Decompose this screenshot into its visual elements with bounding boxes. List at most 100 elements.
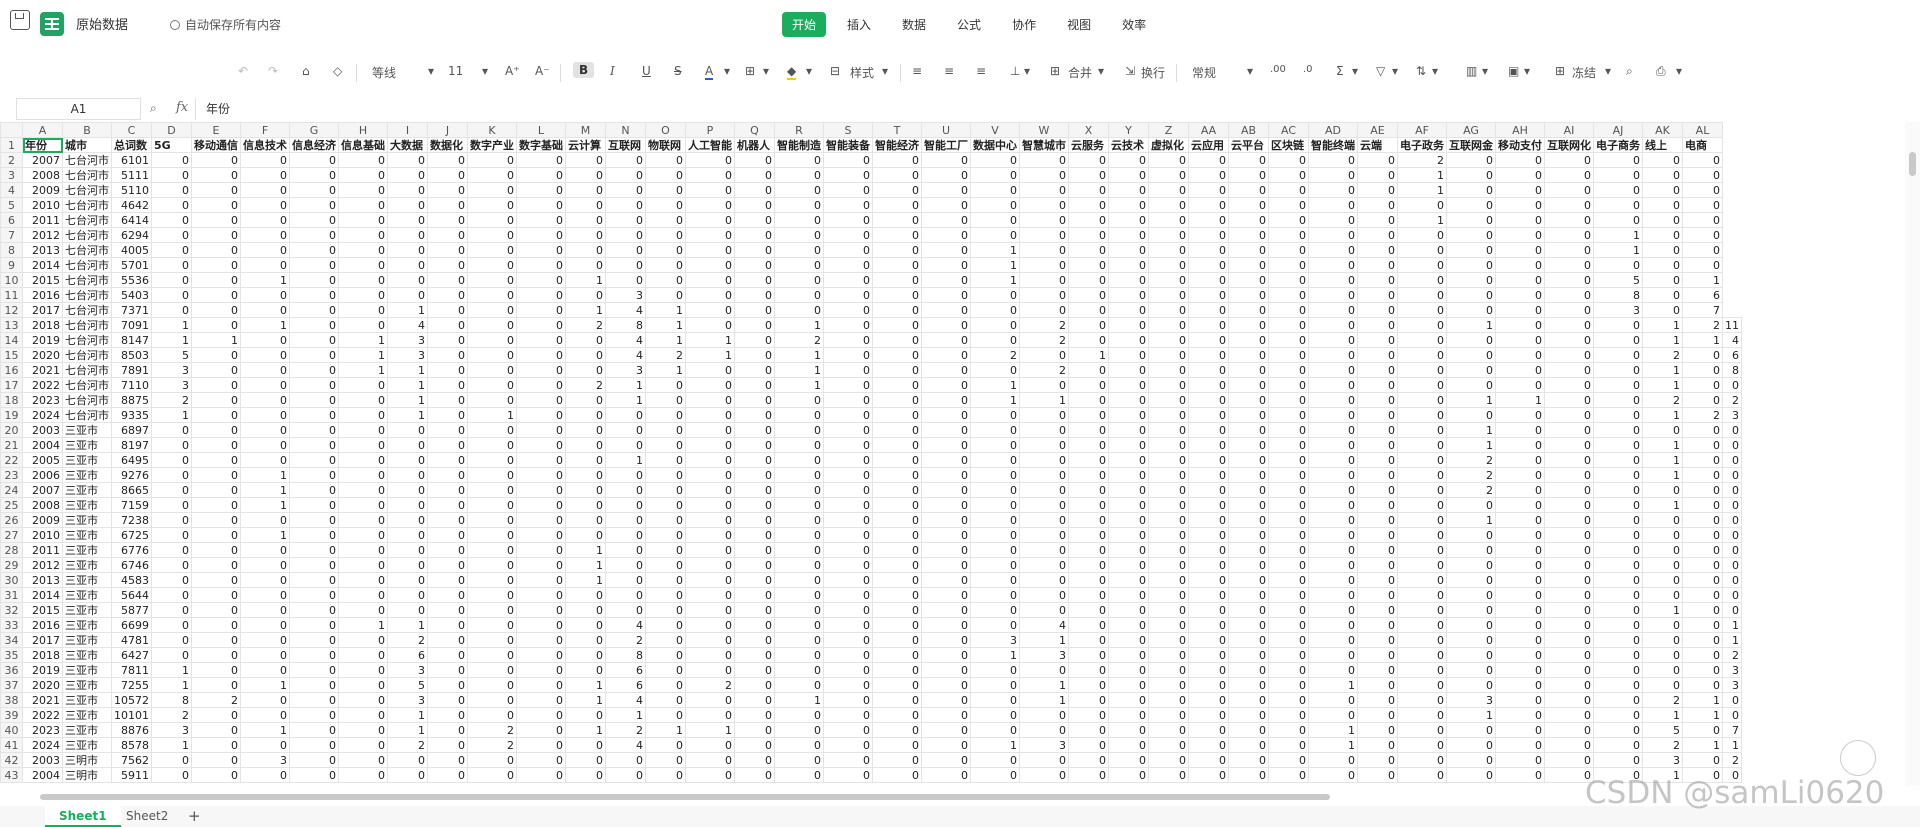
grid-cell[interactable]: 0 — [921, 587, 971, 603]
grid-cell[interactable]: 0 — [338, 437, 388, 453]
grid-cell[interactable]: 0 — [1228, 212, 1269, 228]
grid-cell[interactable]: 0 — [1108, 557, 1149, 573]
grid-cell[interactable]: 虚拟化 — [1148, 137, 1189, 153]
grid-cell[interactable]: 三亚市 — [62, 422, 112, 438]
grid-cell[interactable]: 0 — [289, 407, 339, 423]
grid-cell[interactable]: 0 — [516, 332, 566, 348]
grid-cell[interactable]: 1 — [970, 392, 1020, 408]
grid-cell[interactable]: 7255 — [111, 677, 152, 693]
grid-cell[interactable]: 0 — [921, 407, 971, 423]
grid-cell[interactable]: 0 — [1268, 587, 1309, 603]
grid-cell[interactable]: 0 — [734, 332, 775, 348]
grid-cell[interactable]: 0 — [685, 317, 735, 333]
grid-cell[interactable]: 0 — [1148, 377, 1189, 393]
grid-cell[interactable]: 0 — [516, 317, 566, 333]
grid-cell[interactable]: 0 — [1593, 332, 1643, 348]
grid-cell[interactable]: 0 — [1642, 422, 1683, 438]
grid-cell[interactable]: 0 — [734, 512, 775, 528]
grid-cell[interactable]: 0 — [872, 752, 922, 768]
grid-cell[interactable]: 0 — [823, 272, 873, 288]
grid-cell[interactable]: 0 — [1228, 557, 1269, 573]
grid-cell[interactable]: 0 — [1446, 197, 1496, 213]
grid-cell[interactable]: 0 — [734, 182, 775, 198]
grid-cell[interactable]: 0 — [289, 272, 339, 288]
grid-cell[interactable]: 0 — [191, 632, 241, 648]
column-header[interactable]: G — [289, 122, 339, 138]
grid-cell[interactable]: 0 — [872, 542, 922, 558]
column-header[interactable]: AJ — [1593, 122, 1643, 138]
grid-cell[interactable]: 0 — [1268, 737, 1309, 753]
grid-cell[interactable]: 0 — [1108, 602, 1149, 618]
grid-cell[interactable]: 0 — [1268, 512, 1309, 528]
grid-cell[interactable]: 0 — [823, 167, 873, 183]
row-header[interactable]: 34 — [0, 632, 23, 648]
grid-cell[interactable]: 0 — [191, 452, 241, 468]
grid-cell[interactable]: 0 — [685, 572, 735, 588]
grid-cell[interactable]: 0 — [1308, 362, 1358, 378]
row-header[interactable]: 24 — [0, 482, 23, 498]
grid-cell[interactable]: 1 — [387, 392, 428, 408]
grid-cell[interactable]: 0 — [1397, 467, 1447, 483]
grid-cell[interactable]: 1 — [1682, 272, 1723, 288]
grid-cell[interactable]: 3 — [387, 347, 428, 363]
grid-cell[interactable]: 0 — [1682, 467, 1723, 483]
grid-cell[interactable]: 0 — [1148, 707, 1189, 723]
grid-cell[interactable]: 0 — [1446, 662, 1496, 678]
grid-cell[interactable]: 8503 — [111, 347, 152, 363]
grid-cell[interactable]: 0 — [921, 242, 971, 258]
grid-cell[interactable]: 0 — [240, 167, 290, 183]
grid-cell[interactable]: 0 — [1397, 587, 1447, 603]
grid-cell[interactable]: 0 — [1357, 272, 1398, 288]
grid-cell[interactable]: 0 — [1544, 677, 1594, 693]
grid-cell[interactable]: 0 — [1268, 407, 1309, 423]
grid-cell[interactable]: 0 — [516, 497, 566, 513]
grid-cell[interactable]: 0 — [1593, 722, 1643, 738]
grid-cell[interactable]: 七台河市 — [62, 182, 112, 198]
grid-cell[interactable]: 0 — [338, 497, 388, 513]
grid-cell[interactable]: 0 — [289, 302, 339, 318]
grid-cell[interactable]: 0 — [1148, 437, 1189, 453]
grid-cell[interactable]: 0 — [427, 497, 468, 513]
grid-cell[interactable]: 0 — [645, 767, 686, 783]
grid-cell[interactable]: 0 — [645, 677, 686, 693]
grid-cell[interactable]: 0 — [872, 722, 922, 738]
grid-cell[interactable]: 0 — [685, 662, 735, 678]
grid-cell[interactable]: 0 — [1148, 422, 1189, 438]
grid-cell[interactable]: 2018 — [22, 317, 63, 333]
grid-cell[interactable]: 1 — [970, 647, 1020, 663]
grid-cell[interactable]: 1 — [970, 377, 1020, 393]
grid-cell[interactable]: 0 — [685, 692, 735, 708]
grid-cell[interactable]: 0 — [1019, 662, 1069, 678]
row-header[interactable]: 1 — [0, 137, 23, 153]
grid-cell[interactable]: 0 — [1228, 647, 1269, 663]
grid-cell[interactable]: 1 — [387, 302, 428, 318]
grid-cell[interactable]: 0 — [872, 482, 922, 498]
grid-cell[interactable]: 0 — [872, 272, 922, 288]
grid-cell[interactable]: 0 — [823, 497, 873, 513]
grid-cell[interactable]: 0 — [1397, 737, 1447, 753]
grid-cell[interactable]: 2 — [387, 632, 428, 648]
grid-cell[interactable]: 0 — [823, 422, 873, 438]
grid-cell[interactable]: 0 — [1682, 182, 1723, 198]
grid-cell[interactable]: 0 — [289, 452, 339, 468]
grid-cell[interactable]: 0 — [1357, 287, 1398, 303]
grid-cell[interactable]: 1 — [1642, 497, 1683, 513]
grid-cell[interactable]: 0 — [1495, 152, 1545, 168]
grid-cell[interactable]: 6427 — [111, 647, 152, 663]
row-header[interactable]: 5 — [0, 197, 23, 213]
grid-cell[interactable]: 0 — [467, 347, 517, 363]
grid-cell[interactable]: 0 — [921, 647, 971, 663]
row-header[interactable]: 3 — [0, 167, 23, 183]
grid-cell[interactable]: 0 — [427, 332, 468, 348]
grid-cell[interactable]: 2 — [605, 632, 646, 648]
grid-cell[interactable]: 0 — [240, 197, 290, 213]
grid-cell[interactable]: 1 — [387, 722, 428, 738]
grid-cell[interactable]: 0 — [970, 497, 1020, 513]
grid-cell[interactable]: 0 — [289, 362, 339, 378]
grid-cell[interactable]: 0 — [516, 557, 566, 573]
grid-cell[interactable]: 0 — [1268, 497, 1309, 513]
grid-cell[interactable]: 0 — [645, 557, 686, 573]
grid-cell[interactable]: 0 — [1068, 572, 1109, 588]
grid-cell[interactable]: 0 — [1357, 767, 1398, 783]
grid-cell[interactable]: 1 — [565, 542, 606, 558]
